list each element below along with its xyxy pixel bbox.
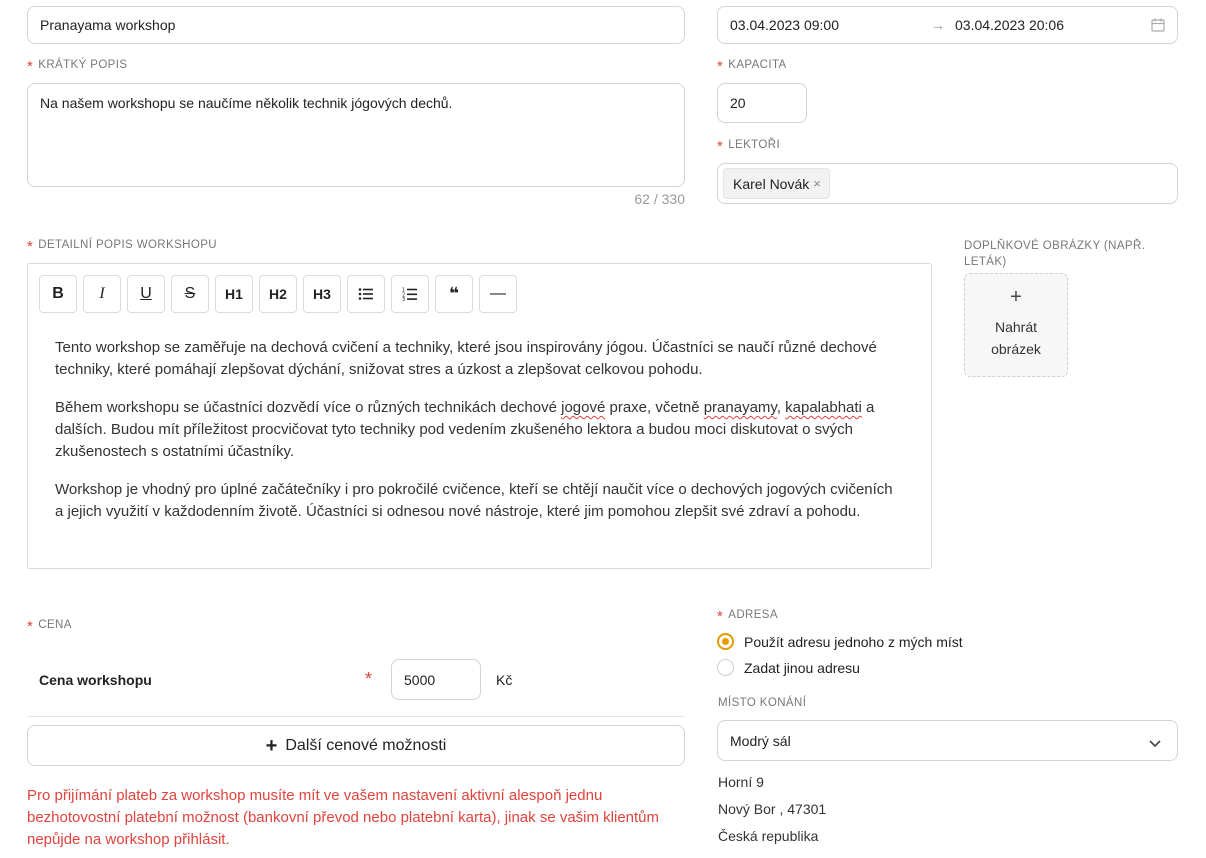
required-marker: *	[27, 238, 34, 255]
date-range-picker[interactable]: 03.04.2023 09:00 → 03.04.2023 20:06	[717, 6, 1178, 44]
lecturer-tag-label: Karel Novák	[733, 175, 810, 192]
required-marker: *	[27, 58, 34, 75]
venue-select[interactable]: Modrý sál	[717, 720, 1178, 761]
address-option-other-label[interactable]: Zadat jinou adresu	[744, 660, 860, 676]
upload-image-label: Nahrát obrázek	[991, 319, 1041, 357]
price-currency: Kč	[496, 672, 513, 688]
address-option-my-places-radio[interactable]	[717, 633, 734, 650]
address-line-city: Nový Bor , 47301	[718, 801, 827, 817]
ordered-list-button[interactable]: 1 2 3	[391, 275, 429, 313]
bullet-list-icon	[358, 288, 373, 300]
calendar-icon[interactable]	[1151, 18, 1165, 35]
bullet-list-button[interactable]	[347, 275, 385, 313]
required-marker: *	[717, 608, 724, 625]
plus-icon: +	[265, 734, 278, 757]
capacity-label: * KAPACITA	[717, 58, 787, 75]
h3-button[interactable]: H3	[303, 275, 341, 313]
date-arrow: →	[931, 17, 945, 33]
tag-remove-icon[interactable]: ×	[813, 176, 821, 191]
short-desc-textarea[interactable]: Na našem workshopu se naučíme několik te…	[27, 83, 685, 187]
address-option-my-places-label[interactable]: Použít adresu jednoho z mých míst	[744, 634, 963, 650]
required-marker: *	[365, 669, 373, 689]
event-name-input[interactable]: Pranayama workshop	[27, 6, 685, 44]
date-end: 03.04.2023 20:06	[955, 17, 1064, 33]
price-label: * CENA	[27, 618, 72, 635]
price-input[interactable]: 5000	[391, 659, 481, 700]
short-desc-counter: 62 / 330	[634, 191, 685, 207]
editor-content[interactable]: Tento workshop se zaměřuje na dechová cv…	[55, 337, 905, 539]
ordered-list-icon: 1 2 3	[402, 287, 417, 302]
h1-button[interactable]: H1	[215, 275, 253, 313]
date-start: 03.04.2023 09:00	[730, 17, 839, 33]
lecturer-tag: Karel Novák ×	[723, 168, 830, 199]
quote-button[interactable]: ❝	[435, 275, 473, 313]
required-marker: *	[27, 618, 34, 635]
editor-paragraph: Během workshopu se účastníci dozvědí víc…	[55, 399, 875, 460]
chevron-down-icon	[1149, 735, 1161, 751]
h2-button[interactable]: H2	[259, 275, 297, 313]
bold-button[interactable]: B	[39, 275, 77, 313]
strikethrough-button[interactable]: S	[171, 275, 209, 313]
price-row-label: Cena workshopu	[39, 672, 152, 688]
spellcheck-word: jogové	[561, 399, 606, 416]
upload-image-button[interactable]: + Nahrát obrázek	[964, 273, 1068, 377]
plus-icon: +	[1010, 286, 1022, 308]
detail-desc-label: * DETAILNÍ POPIS WORKSHOPU	[27, 238, 217, 255]
lecturers-select[interactable]: Karel Novák ×	[717, 163, 1178, 204]
more-price-options-button[interactable]: + Další cenové možnosti	[27, 725, 685, 766]
short-desc-label: * KRÁTKÝ POPIS	[27, 58, 128, 75]
capacity-value: 20	[730, 95, 746, 111]
spellcheck-word: kapalabhati	[785, 399, 862, 416]
required-marker: *	[717, 58, 724, 75]
price-value: 5000	[404, 671, 436, 688]
address-line-country: Česká republika	[718, 828, 819, 844]
venue-value: Modrý sál	[730, 732, 791, 749]
address-line-street: Horní 9	[718, 774, 764, 790]
italic-button[interactable]: I	[83, 275, 121, 313]
lecturers-label: * LEKTOŘI	[717, 138, 781, 155]
spellcheck-word: pranayamy	[703, 399, 777, 416]
more-price-options-label: Další cenové možnosti	[285, 736, 447, 754]
required-marker: *	[717, 138, 724, 155]
divider	[27, 716, 685, 717]
editor-paragraph: Tento workshop se zaměřuje na dechová cv…	[55, 339, 877, 378]
underline-button[interactable]: U	[127, 275, 165, 313]
horizontal-rule-button[interactable]: —	[479, 275, 517, 313]
address-label: * ADRESA	[717, 608, 778, 625]
short-desc-value: Na našem workshopu se naučíme několik te…	[40, 95, 453, 111]
images-label: DOPLŇKOVÉ OBRÁZKY (NAPŘ. LETÁK)	[964, 240, 1146, 268]
capacity-input[interactable]: 20	[717, 83, 807, 123]
editor-paragraph: Workshop je vhodný pro úplné začátečníky…	[55, 481, 893, 520]
svg-text:3: 3	[402, 297, 405, 302]
address-option-other-radio[interactable]	[717, 659, 734, 676]
payment-warning: Pro přijímání plateb za workshop musíte …	[27, 787, 660, 848]
event-name-value: Pranayama workshop	[40, 17, 176, 33]
venue-label: MÍSTO KONÁNÍ	[718, 697, 807, 709]
